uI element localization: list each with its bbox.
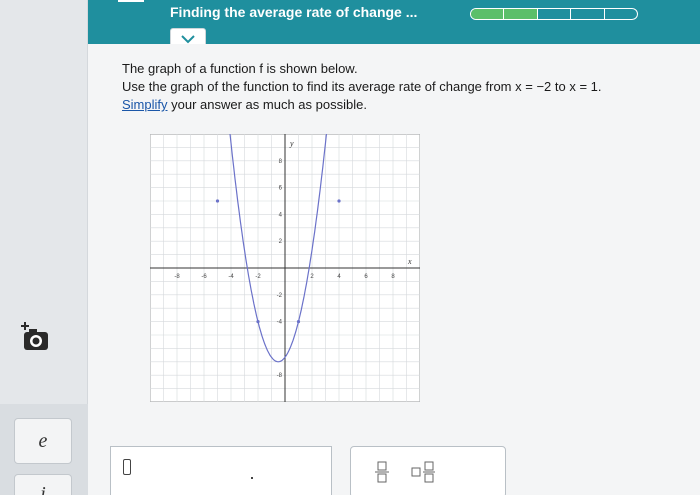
curve-point	[256, 320, 260, 324]
math-tools	[350, 446, 506, 495]
x-tick-label: -6	[201, 274, 207, 280]
left-rail: e i	[0, 0, 88, 495]
curve-point	[337, 199, 341, 203]
answer-input[interactable]	[110, 446, 332, 495]
progress-segment	[504, 9, 538, 19]
progress-bar	[470, 8, 638, 20]
x-axis-label: x	[407, 257, 412, 266]
y-tick-label: -8	[277, 373, 283, 379]
mixed-number-icon[interactable]	[411, 461, 437, 483]
y-tick-label: -2	[277, 293, 283, 299]
progress-segment	[538, 9, 572, 19]
page-title: Finding the average rate of change ...	[170, 4, 418, 20]
header-bar: Finding the average rate of change ...	[88, 0, 700, 50]
fraction-icon[interactable]	[369, 461, 395, 483]
main-content: The graph of a function f is shown below…	[88, 44, 700, 495]
key-e[interactable]: e	[14, 418, 72, 464]
problem-line-3-rest: your answer as much as possible.	[167, 97, 367, 112]
curve-point	[215, 199, 220, 203]
y-axis-label: y	[289, 139, 294, 148]
chevron-down-icon	[181, 34, 195, 43]
keypad: e i	[0, 404, 88, 495]
problem-line-3: Simplify your answer as much as possible…	[122, 96, 601, 114]
input-dot	[251, 477, 253, 479]
function-graph: x y -8 -6 -4 -2 2 4 6 88642-2-4-8	[150, 134, 420, 402]
problem-line-1: The graph of a function f is shown below…	[122, 61, 358, 76]
curve-point	[296, 320, 301, 324]
progress-segment	[605, 9, 637, 19]
progress-segment	[471, 9, 505, 19]
progress-segment	[571, 9, 605, 19]
x-tick-label: -2	[255, 274, 261, 280]
x-tick-label: -8	[174, 274, 180, 280]
y-tick-label: -4	[277, 320, 283, 326]
add-photo-icon[interactable]	[20, 322, 54, 354]
simplify-link[interactable]: Simplify	[122, 97, 168, 112]
problem-text: The graph of a function f is shown below…	[122, 60, 601, 114]
key-i[interactable]: i	[14, 474, 72, 495]
x-tick-label: -4	[228, 274, 234, 280]
problem-line-2: Use the graph of the function to find it…	[122, 79, 602, 94]
header-dash	[118, 0, 144, 2]
input-cursor	[123, 459, 131, 475]
